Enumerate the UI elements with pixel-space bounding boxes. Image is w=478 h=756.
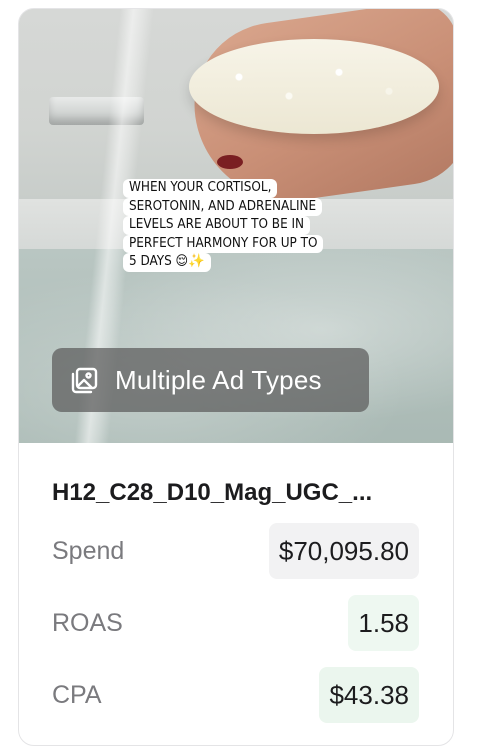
roas-label: ROAS [52, 609, 123, 637]
roas-value: 1.58 [348, 595, 419, 651]
ad-name-title[interactable]: H12_C28_D10_Mag_UGC_... [52, 479, 372, 507]
spend-label: Spend [52, 537, 125, 565]
ad-type-badge[interactable]: Multiple Ad Types [52, 348, 369, 412]
caption-line: SEROTONIN, AND ADRENALINE [123, 197, 323, 217]
cpa-value: $43.38 [319, 667, 419, 723]
images-icon [71, 367, 98, 394]
ad-caption: WHEN YOUR CORTISOL, SEROTONIN, AND ADREN… [123, 179, 324, 272]
bath-salt-flakes [189, 39, 439, 134]
caption-line: PERFECT HARMONY FOR UP TO [123, 234, 324, 254]
caption-line: LEVELS ARE ABOUT TO BE IN [123, 216, 311, 235]
spend-value: $70,095.80 [268, 523, 419, 579]
caption-line: 5 DAYS 😌✨ [123, 253, 211, 272]
ad-type-label: Multiple Ad Types [115, 364, 322, 395]
caption-line: WHEN YOUR CORTISOL, [123, 179, 278, 198]
ad-card[interactable]: WHEN YOUR CORTISOL, SEROTONIN, AND ADREN… [18, 8, 454, 746]
fingernail [217, 155, 243, 169]
cpa-label: CPA [52, 681, 102, 709]
